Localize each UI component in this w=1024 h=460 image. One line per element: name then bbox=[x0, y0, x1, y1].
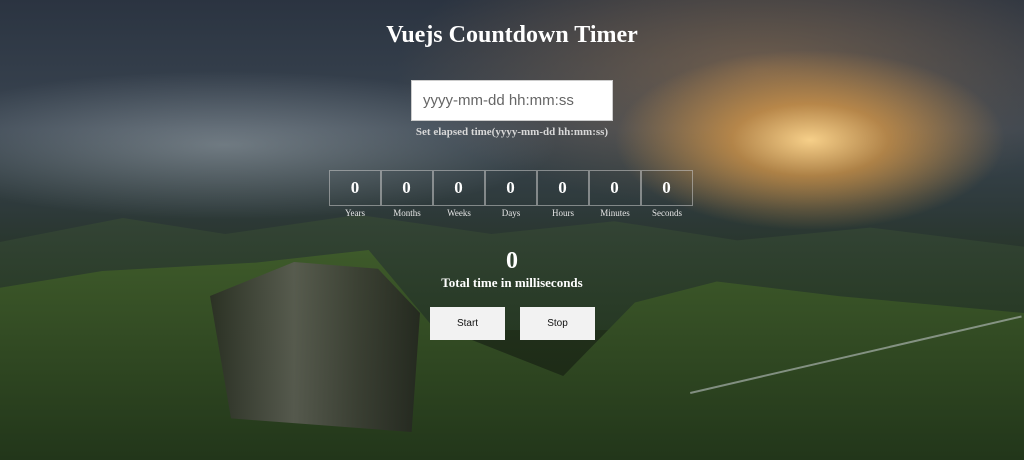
unit-value: 0 bbox=[588, 170, 641, 206]
elapsed-time-input[interactable] bbox=[411, 80, 613, 121]
unit-value: 0 bbox=[329, 170, 381, 206]
unit-label: Weeks bbox=[447, 208, 471, 218]
unit-months: 0 Months bbox=[380, 170, 433, 218]
timer-panel: Vuejs Countdown Timer Set elapsed time(y… bbox=[0, 0, 1024, 460]
unit-hours: 0 Hours bbox=[536, 170, 589, 218]
total-milliseconds-label: Total time in milliseconds bbox=[441, 275, 583, 290]
unit-weeks: 0 Weeks bbox=[432, 170, 485, 218]
unit-value: 0 bbox=[536, 170, 589, 206]
unit-minutes: 0 Minutes bbox=[588, 170, 641, 218]
unit-value: 0 bbox=[640, 170, 693, 206]
unit-label: Days bbox=[501, 208, 521, 218]
unit-label: Months bbox=[393, 208, 421, 218]
start-button[interactable]: Start bbox=[430, 307, 505, 340]
unit-value: 0 bbox=[432, 170, 485, 206]
stop-button[interactable]: Stop bbox=[520, 307, 595, 340]
unit-label: Years bbox=[344, 208, 366, 218]
unit-label: Minutes bbox=[600, 208, 630, 218]
total-milliseconds-value: 0 bbox=[506, 248, 518, 274]
elapsed-time-hint: Set elapsed time(yyyy-mm-dd hh:mm:ss) bbox=[415, 126, 609, 138]
page-title: Vuejs Countdown Timer bbox=[386, 22, 638, 48]
unit-seconds: 0 Seconds bbox=[640, 170, 693, 218]
unit-days: 0 Days bbox=[484, 170, 537, 218]
unit-label: Seconds bbox=[652, 208, 682, 218]
unit-value: 0 bbox=[380, 170, 433, 206]
unit-value: 0 bbox=[484, 170, 537, 206]
unit-years: 0 Years bbox=[329, 170, 381, 218]
time-units-row: 0 Years 0 Months 0 Weeks 0 Days 0 Hours … bbox=[329, 170, 693, 218]
unit-label: Hours bbox=[552, 208, 574, 218]
